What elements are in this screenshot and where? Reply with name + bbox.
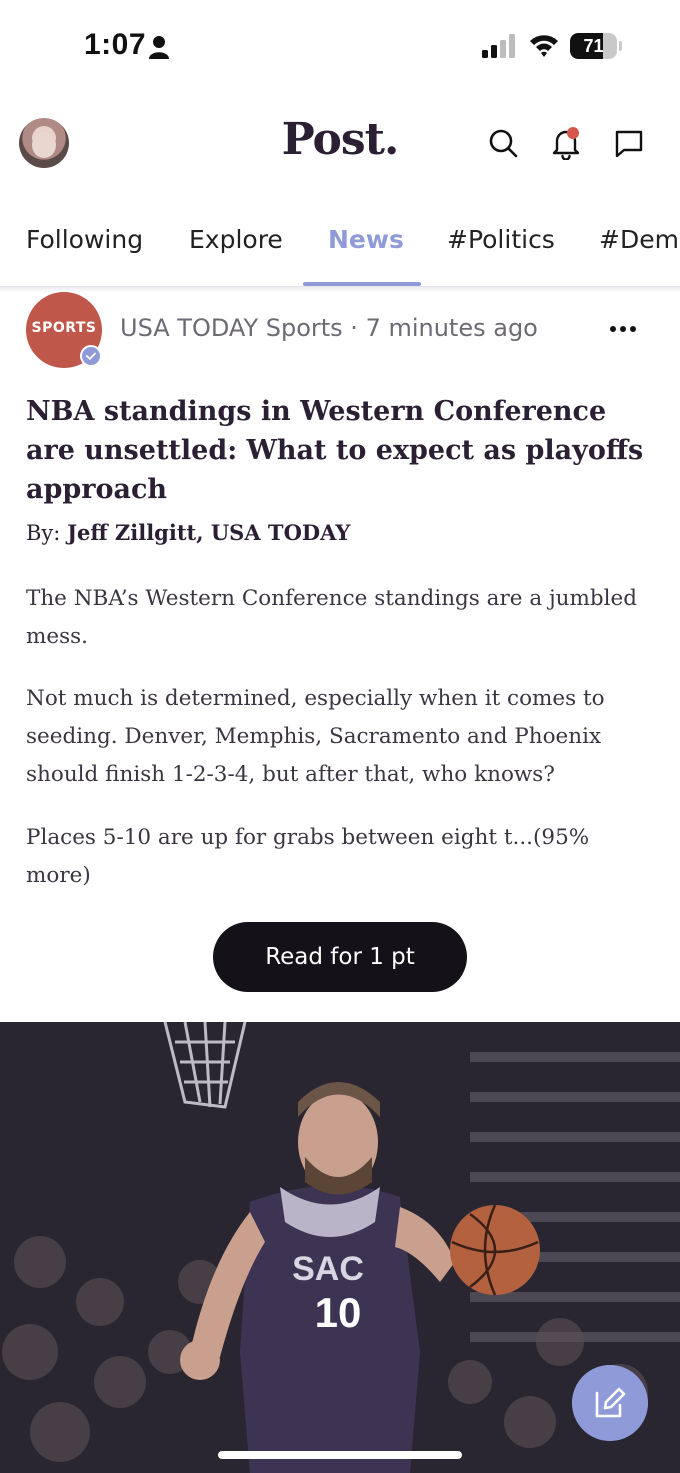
byline-author: Jeff Zillgitt, USA TODAY xyxy=(67,520,351,545)
tab-politics[interactable]: #Politics xyxy=(447,225,555,254)
verified-icon xyxy=(80,345,102,367)
tab-news[interactable]: News xyxy=(328,225,404,254)
tabs-divider xyxy=(0,287,680,293)
source-avatar-label: SPORTS xyxy=(31,320,97,336)
status-time: 1:07 xyxy=(84,28,147,61)
status-bar: 1:07 71 xyxy=(0,0,680,92)
byline-prefix: By: xyxy=(26,521,61,545)
home-indicator xyxy=(218,1451,462,1459)
jersey-text: SAC xyxy=(292,1250,364,1288)
person-icon xyxy=(149,36,169,59)
notification-dot xyxy=(567,127,579,139)
chat-icon[interactable] xyxy=(612,126,646,160)
tab-explore[interactable]: Explore xyxy=(189,225,283,254)
article-paragraph: The NBA’s Western Conference standings a… xyxy=(26,586,638,649)
jersey-number: 10 xyxy=(315,1289,362,1336)
article-byline: By: Jeff Zillgitt, USA TODAY xyxy=(26,520,350,545)
feed-tabs: Following Explore News #Politics #Democ xyxy=(0,215,680,287)
more-icon[interactable] xyxy=(606,314,640,344)
signal-icon xyxy=(482,34,515,58)
tab-following[interactable]: Following xyxy=(26,225,143,254)
read-button[interactable]: Read for 1 pt xyxy=(213,922,467,992)
wifi-icon xyxy=(530,35,558,57)
app-header: Post. xyxy=(0,100,680,190)
active-tab-indicator xyxy=(303,282,421,286)
article-paragraph: Places 5-10 are up for grabs between eig… xyxy=(26,825,590,888)
battery-indicator: 71 xyxy=(570,33,622,59)
article-headline[interactable]: NBA standings in Western Conference are … xyxy=(26,392,646,509)
source-line[interactable]: USA TODAY Sports · 7 minutes ago xyxy=(120,314,538,342)
compose-icon[interactable] xyxy=(572,1365,648,1441)
article-paragraph: Not much is determined, especially when … xyxy=(26,686,605,787)
battery-percent: 71 xyxy=(583,36,604,56)
search-icon[interactable] xyxy=(486,126,520,160)
tab-democ[interactable]: #Democ xyxy=(599,225,680,254)
